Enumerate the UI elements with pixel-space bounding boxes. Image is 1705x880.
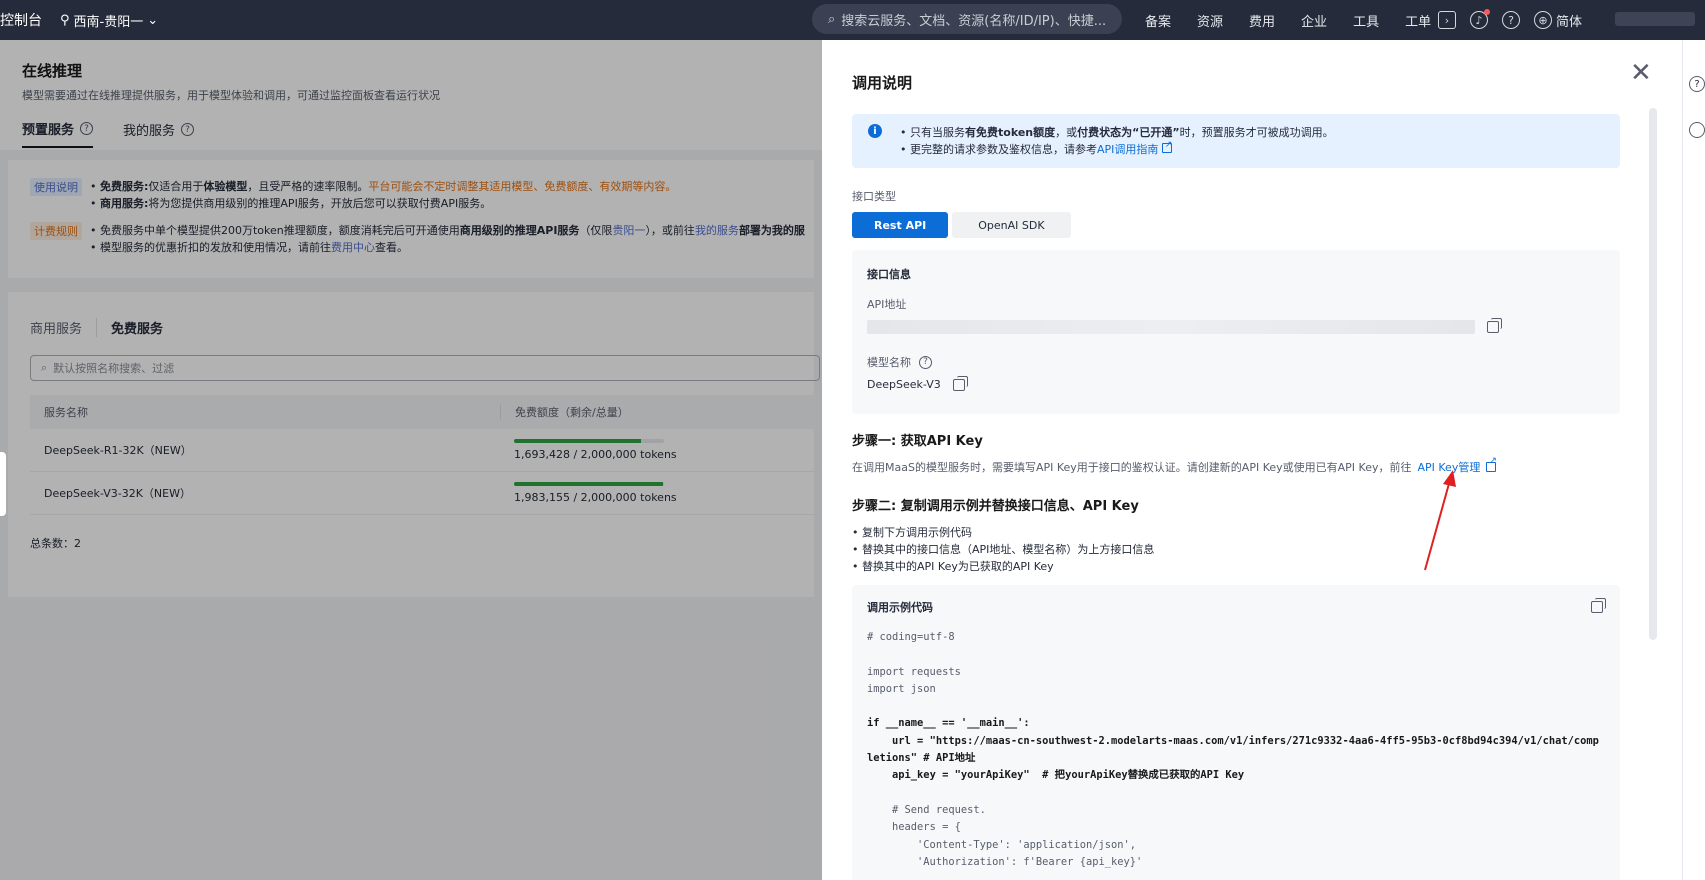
code-line: 'Content-Type': 'application/json', bbox=[917, 838, 1136, 851]
code-line: # coding=utf-8 bbox=[867, 631, 955, 643]
code-line: # Send request. bbox=[892, 803, 986, 816]
bell-icon[interactable]: ♪ bbox=[1470, 9, 1490, 29]
step2-list: 复制下方调用示例代码 替换其中的接口信息（API地址、模型名称）为上方接口信息 … bbox=[852, 524, 1620, 575]
api-addr-row bbox=[867, 318, 1605, 334]
nav-tickets[interactable]: 工单 bbox=[1405, 11, 1431, 30]
api-type-switch: Rest API OpenAI SDK bbox=[852, 212, 1620, 238]
nav-resources[interactable]: 资源 bbox=[1197, 11, 1223, 30]
account-name-redacted[interactable] bbox=[1615, 12, 1695, 26]
drawer-scrollbar[interactable] bbox=[1649, 108, 1657, 878]
info-icon: i bbox=[868, 124, 882, 138]
question-icon[interactable]: ? bbox=[919, 355, 932, 369]
code-line: headers = { bbox=[892, 821, 961, 834]
list-item: 替换其中的接口信息（API地址、模型名称）为上方接口信息 bbox=[852, 541, 1620, 558]
endpoint-info-box: 接口信息 API地址 模型名称 ? DeepSeek-V3 bbox=[852, 250, 1620, 414]
step1-description: 在调用MaaS的模型服务时，需要填写API Key用于接口的鉴权认证。请创建新的… bbox=[852, 456, 1620, 475]
list-item: 替换其中的API Key为已获取的API Key bbox=[852, 558, 1620, 575]
model-name-row-label: 模型名称 ? bbox=[867, 354, 1605, 370]
info-text: 更完整的请求参数及鉴权信息，请参考 bbox=[910, 143, 1097, 156]
nav-tools[interactable]: 工具 bbox=[1353, 11, 1379, 30]
nav-filing[interactable]: 备案 bbox=[1145, 11, 1171, 30]
help-icon[interactable]: ? bbox=[1502, 11, 1520, 29]
drawer-title: 调用说明 bbox=[852, 74, 913, 92]
search-icon: ⌕ bbox=[828, 11, 836, 27]
info-text: 只有当服务 bbox=[910, 126, 965, 139]
copy-code-icon[interactable] bbox=[1591, 598, 1606, 613]
copy-icon[interactable] bbox=[952, 375, 968, 391]
api-type-label: 接口类型 bbox=[852, 190, 896, 203]
location-pin-icon: ⚲ bbox=[60, 12, 70, 28]
code-sample-box: 调用示例代码 # coding=utf-8 import requests im… bbox=[852, 585, 1620, 880]
list-item: 复制下方调用示例代码 bbox=[852, 524, 1620, 541]
nav-enterprise[interactable]: 企业 bbox=[1301, 11, 1327, 30]
region-label: 西南-贵阳一 bbox=[73, 14, 144, 30]
step1-title: 步骤一: 获取API Key bbox=[852, 434, 983, 449]
rest-api-button[interactable]: Rest API bbox=[852, 212, 949, 238]
model-name-value: DeepSeek-V3 bbox=[867, 378, 941, 391]
api-usage-drawer: 调用说明 ✕ i 只有当服务有免费token额度，或付费状态为“已开通”时，预置… bbox=[822, 40, 1682, 880]
code-line: api_key = "yourApiKey" # 把yourApiKey替换成已… bbox=[892, 769, 1245, 782]
global-search-placeholder: 搜索云服务、文档、资源(名称/ID/IP)、快捷... bbox=[841, 13, 1107, 29]
drawer-content: i 只有当服务有免费token额度，或付费状态为“已开通”时，预置服务才可被成功… bbox=[852, 114, 1620, 880]
api-addr-redacted bbox=[867, 320, 1475, 334]
step2-title: 步骤二: 复制调用示例并替换接口信息、API Key bbox=[852, 499, 1139, 514]
side-collapse-handle[interactable] bbox=[0, 452, 6, 516]
right-help-strip: ? bbox=[1682, 40, 1705, 880]
api-guide-link[interactable]: API调用指南 bbox=[1097, 143, 1158, 156]
top-nav-menu: 备案 资源 费用 企业 工具 工单 bbox=[1145, 0, 1457, 40]
model-name-row: DeepSeek-V3 bbox=[867, 375, 1605, 391]
code-block[interactable]: # coding=utf-8 import requests import js… bbox=[867, 629, 1605, 871]
step1-text: 在调用MaaS的模型服务时，需要填写API Key用于接口的鉴权认证。请创建新的… bbox=[852, 461, 1412, 474]
code-line: import requests bbox=[867, 665, 961, 678]
info-bold: 有免费token额度 bbox=[965, 126, 1056, 139]
language-switch[interactable]: ⊕ 简体 bbox=[1534, 11, 1582, 30]
modal-overlay[interactable] bbox=[0, 40, 822, 880]
external-link-icon[interactable] bbox=[1486, 456, 1497, 472]
copy-icon[interactable] bbox=[1487, 318, 1502, 333]
code-line: import json bbox=[867, 682, 936, 695]
console-title[interactable]: 控制台 bbox=[0, 10, 44, 30]
code-title: 调用示例代码 bbox=[867, 601, 933, 614]
external-link-icon[interactable] bbox=[1161, 137, 1172, 154]
code-line: url = "https://maas-cn-southwest-2.model… bbox=[867, 734, 1599, 765]
api-key-management-link[interactable]: API Key管理 bbox=[1417, 459, 1480, 475]
model-name-label: 模型名称 bbox=[867, 356, 911, 369]
globe-icon: ⊕ bbox=[1534, 11, 1552, 29]
nav-billing[interactable]: 费用 bbox=[1249, 11, 1275, 30]
global-search-input[interactable]: ⌕ 搜索云服务、文档、资源(名称/ID/IP)、快捷... bbox=[812, 4, 1122, 34]
scrollbar-thumb[interactable] bbox=[1649, 108, 1657, 640]
code-line: 'Authorization': f'Bearer {api_key}' bbox=[867, 855, 1143, 868]
openai-sdk-button[interactable]: OpenAI SDK bbox=[952, 212, 1071, 238]
top-icons: › ♪ ? ⊕ 简体 bbox=[1438, 0, 1582, 40]
info-text: 时，预置服务才可被成功调用。 bbox=[1179, 126, 1334, 139]
info-text: ，或 bbox=[1055, 126, 1078, 139]
help-icon[interactable]: ? bbox=[1689, 76, 1705, 92]
chevron-down-icon: ⌄ bbox=[147, 12, 159, 28]
close-icon[interactable]: ✕ bbox=[1630, 60, 1652, 86]
top-navigation-bar: 控制台 ⚲ 西南-贵阳一 ⌄ ⌕ 搜索云服务、文档、资源(名称/ID/IP)、快… bbox=[0, 0, 1705, 40]
region-selector[interactable]: ⚲ 西南-贵阳一 ⌄ bbox=[60, 11, 158, 30]
terminal-icon[interactable]: › bbox=[1438, 11, 1456, 29]
endpoint-title: 接口信息 bbox=[867, 268, 911, 281]
language-label: 简体 bbox=[1556, 14, 1583, 30]
code-line: if __name__ == '__main__': bbox=[867, 717, 1030, 730]
info-banner: i 只有当服务有免费token额度，或付费状态为“已开通”时，预置服务才可被成功… bbox=[852, 114, 1620, 168]
notification-dot bbox=[1484, 9, 1490, 15]
api-addr-label: API地址 bbox=[867, 298, 907, 311]
smiley-feedback-icon[interactable] bbox=[1689, 122, 1705, 138]
